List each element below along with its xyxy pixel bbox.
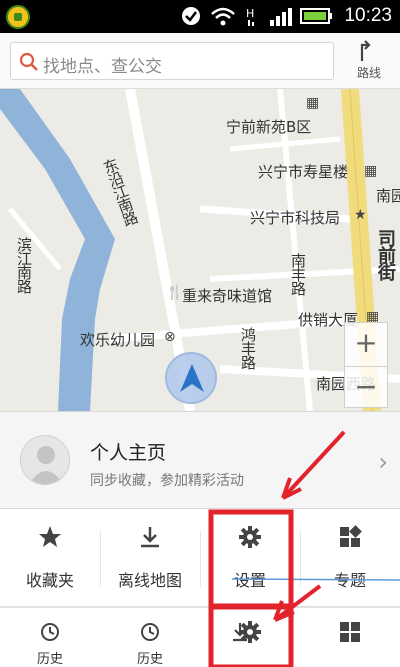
- star-icon: [39, 526, 61, 547]
- bottom-item-settings[interactable]: [200, 608, 300, 667]
- zoom-out-button[interactable]: −: [345, 367, 387, 410]
- app-icon: [6, 5, 30, 29]
- route-button[interactable]: 路线: [346, 37, 392, 85]
- map-label-hongfeng: 鸿丰路: [239, 327, 257, 369]
- bottom-bar: 历史 历史: [0, 607, 400, 667]
- download-icon: [141, 527, 159, 548]
- profile-subtitle: 同步收藏，参加精彩活动: [90, 473, 244, 489]
- zoom-in-button[interactable]: +: [345, 323, 387, 366]
- menu-label: 收藏夹: [25, 571, 74, 590]
- menu-item-topics[interactable]: 专题: [300, 509, 400, 607]
- status-bar: H 10:23: [0, 0, 400, 33]
- menu-item-favorites[interactable]: 收藏夹: [0, 509, 100, 607]
- map-label-siqianjie: 司前街: [375, 229, 396, 280]
- map-label-nanyuan: 南园: [376, 187, 400, 205]
- map-label-binjiang: 滨江南路: [15, 237, 33, 293]
- menu-item-offline-map[interactable]: 离线地图: [100, 509, 200, 607]
- bottom-label: 历史: [136, 652, 163, 667]
- svg-text:H: H: [246, 7, 254, 20]
- chevron-right-icon: ›: [378, 448, 388, 476]
- building-icon: ▦: [364, 163, 378, 179]
- h-signal-icon: H: [246, 7, 254, 26]
- route-label: 路线: [356, 66, 381, 80]
- wifi-icon: [211, 7, 235, 26]
- signal-icon: [270, 8, 292, 26]
- profile-title: 个人主页: [90, 442, 167, 464]
- menu-grid: 收藏夹 离线地图 设置 专题: [0, 509, 400, 607]
- menu-label: 设置: [233, 571, 266, 590]
- route-icon: [360, 40, 371, 61]
- menu-label: 专题: [333, 571, 366, 590]
- check-icon: [182, 7, 200, 25]
- zoom-control: + −: [344, 322, 388, 408]
- clock-icon: [41, 623, 59, 641]
- map-label-nanfeng: 南丰路: [289, 253, 307, 295]
- grid-icon: [340, 525, 362, 547]
- map-label-shouxing: 兴宁市寿星楼: [258, 163, 349, 181]
- clock-time: 10:23: [344, 5, 392, 26]
- profile-panel[interactable]: 个人主页 同步收藏，参加精彩活动 ›: [0, 411, 400, 509]
- bottom-item-history-2[interactable]: 历史: [100, 608, 200, 667]
- gear-icon: [239, 526, 261, 548]
- restaurant-icon: 🍴: [166, 285, 184, 301]
- search-input[interactable]: 找地点、查公交: [10, 42, 334, 80]
- search-icon: [19, 52, 38, 71]
- navigation-arrow-icon: [180, 364, 204, 392]
- map-label-kindergarten: 欢乐幼儿园: [80, 331, 156, 349]
- clock-icon: [141, 623, 159, 641]
- avatar: [20, 435, 70, 485]
- menu-item-settings[interactable]: 设置: [200, 509, 300, 607]
- map-view[interactable]: 宁前新苑B区 ▦ 兴宁市寿星楼 ▦ 兴宁市科技局 ★ 南园 东沿江南路 滨江南路…: [0, 89, 400, 411]
- search-bar: 找地点、查公交 路线: [0, 33, 400, 89]
- menu-label: 离线地图: [117, 571, 182, 590]
- user-icon: [29, 446, 63, 484]
- kindergarten-icon: ⊗: [164, 329, 176, 345]
- gear-icon: [239, 621, 261, 643]
- building-icon: ▦: [306, 95, 320, 111]
- my-location-button[interactable]: [165, 352, 217, 404]
- battery-icon: [300, 8, 332, 24]
- search-placeholder: 找地点、查公交: [43, 57, 162, 77]
- map-label-ningqian: 宁前新苑B区: [226, 118, 312, 136]
- map-label-restaurant: 重来奇味道馆: [182, 287, 273, 305]
- map-label-kejiju: 兴宁市科技局: [250, 209, 341, 227]
- grid-icon: [340, 622, 360, 642]
- bottom-item-topics[interactable]: [300, 608, 400, 667]
- star-poi-icon: ★: [354, 207, 367, 223]
- bottom-item-history[interactable]: 历史: [0, 608, 100, 667]
- bottom-label: 历史: [36, 652, 63, 667]
